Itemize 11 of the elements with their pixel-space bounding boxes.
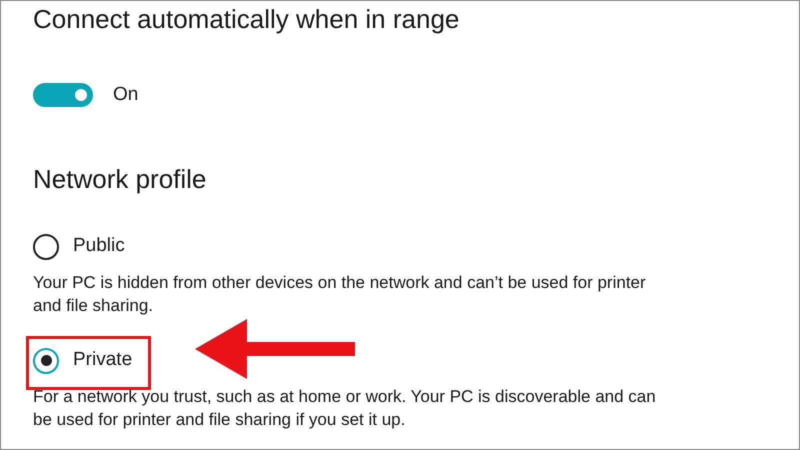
- option-description: Your PC is hidden from other devices on the network and can’t be used for printer and file sharing.: [33, 272, 647, 316]
- radio-label: Public: [73, 234, 125, 258]
- toggle-switch[interactable]: [33, 83, 93, 108]
- radio-button[interactable]: [33, 348, 59, 374]
- option-description: For a network you trust, such as at home or work. Your PC is discoverable and can be used for printer and file sharing if you set it up.: [33, 386, 657, 430]
- arrow-icon: [195, 319, 355, 379]
- radio-label: Private: [73, 348, 132, 372]
- toggle-label: On: [113, 83, 138, 107]
- section-title: Network profile: [33, 162, 206, 194]
- section-title: Connect automatically when in range: [33, 3, 460, 35]
- radio-button[interactable]: [33, 234, 59, 260]
